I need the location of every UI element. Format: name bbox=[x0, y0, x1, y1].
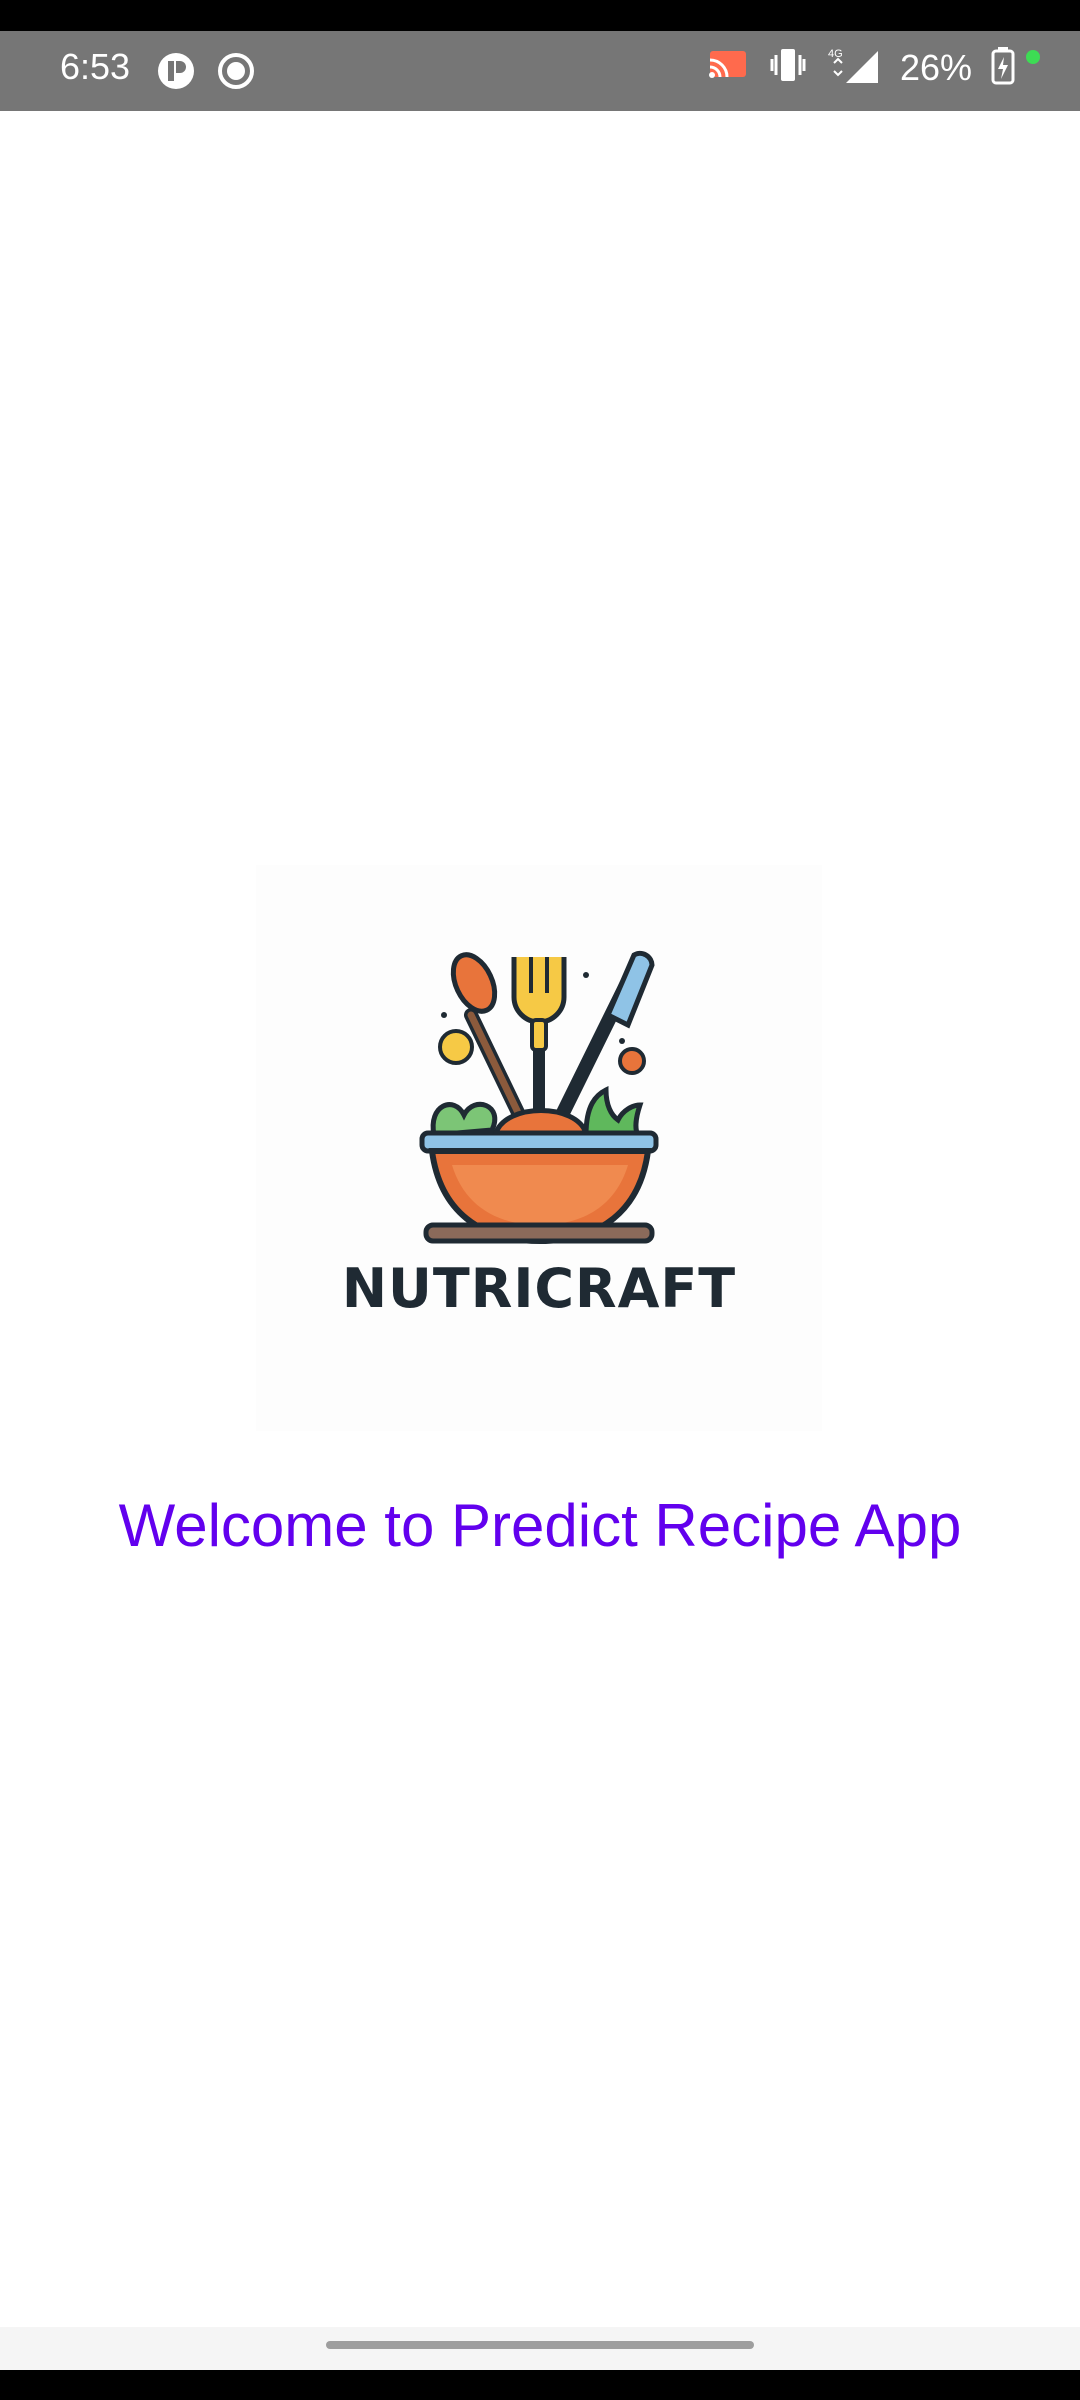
privacy-indicator-dot bbox=[1026, 49, 1040, 64]
recipe-bowl-icon bbox=[419, 950, 659, 1245]
brand-name: NUTRICRAFT bbox=[341, 1257, 737, 1320]
network-type-label: 4G bbox=[828, 48, 843, 60]
app-body: NUTRICRAFT Welcome to Predict Recipe App bbox=[0, 111, 1080, 2327]
welcome-message: Welcome to Predict Recipe App bbox=[118, 1492, 962, 1559]
app-logo: NUTRICRAFT bbox=[256, 865, 822, 1431]
status-bar: 6:53 4G 26% bbox=[0, 31, 1080, 111]
record-icon bbox=[216, 51, 256, 96]
battery-percentage: 26% bbox=[899, 46, 972, 88]
screen: 6:53 4G 26% NUTRICRAFT Welcome to Predic… bbox=[0, 0, 1080, 2400]
signal-icon: 4G bbox=[826, 45, 882, 90]
app-notification-icon bbox=[156, 51, 196, 96]
status-time: 6:53 bbox=[60, 46, 131, 87]
vibrate-icon bbox=[768, 45, 808, 90]
cast-icon bbox=[706, 47, 750, 88]
home-gesture-handle[interactable] bbox=[326, 2341, 754, 2349]
navigation-bar bbox=[0, 2327, 1080, 2370]
battery-charging-icon bbox=[990, 45, 1016, 90]
status-left-icons bbox=[156, 51, 256, 96]
status-right-icons: 4G 26% bbox=[706, 45, 1040, 90]
